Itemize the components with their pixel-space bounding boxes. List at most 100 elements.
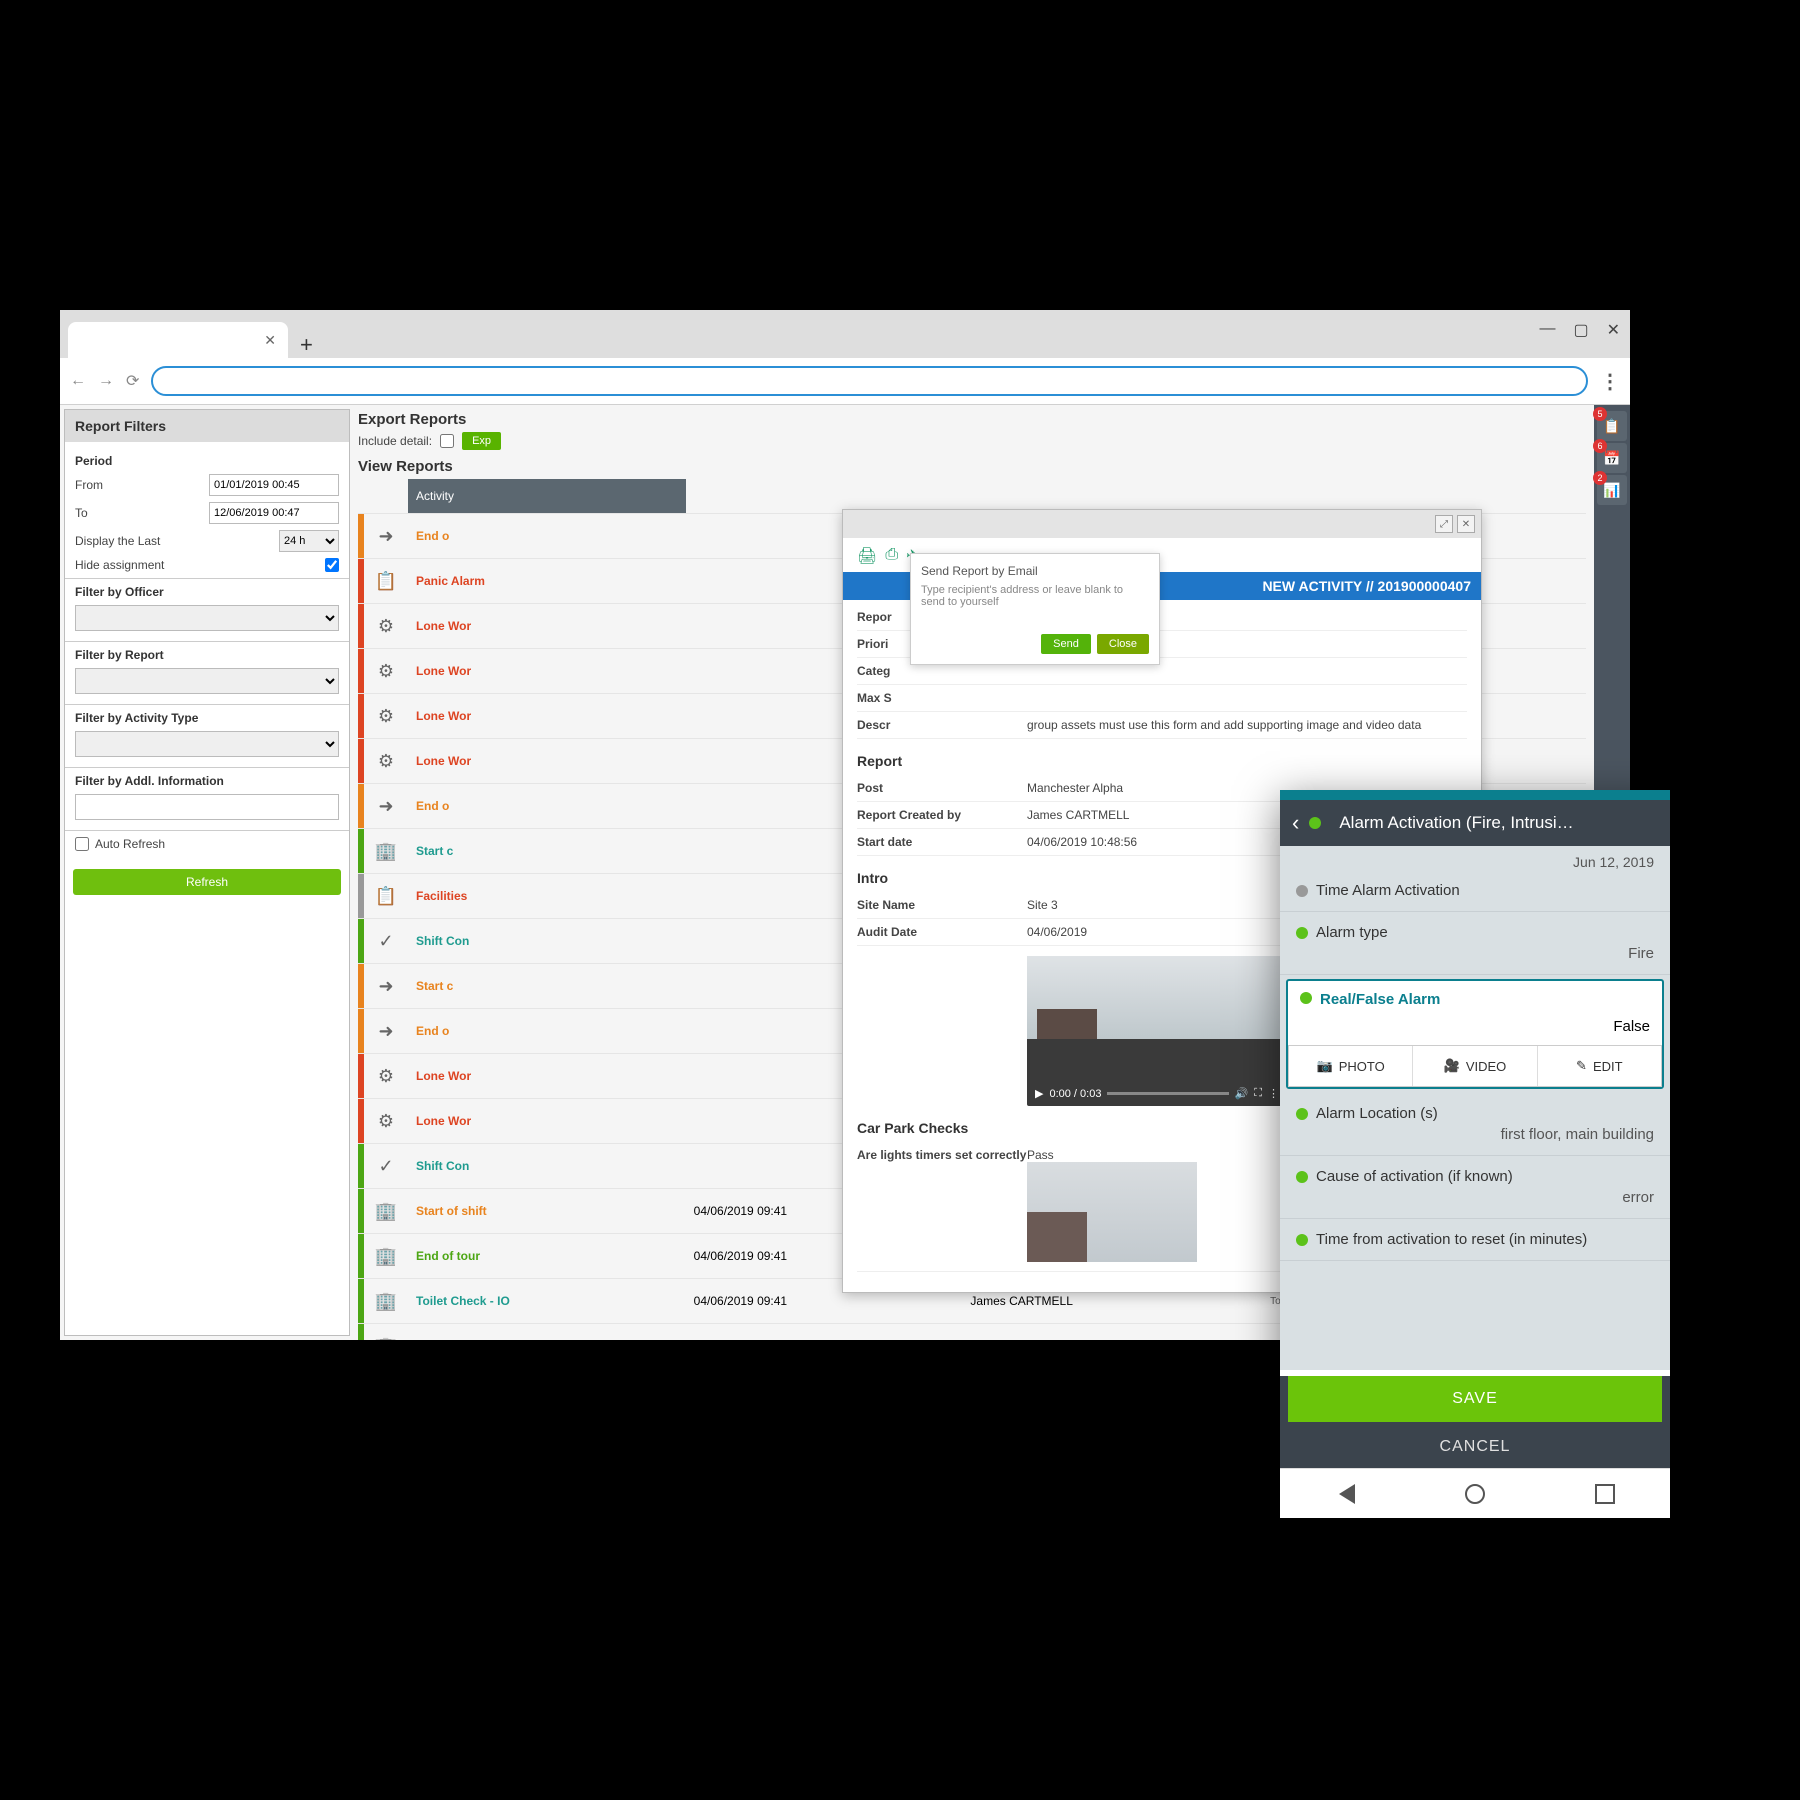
activity-label: Shift Con (416, 934, 469, 948)
modal-expand-icon[interactable]: ⤢ (1435, 515, 1453, 533)
selected-field[interactable]: Real/False Alarm False 📷PHOTO 🎥VIDEO ✎ED… (1286, 979, 1664, 1089)
window-close-icon[interactable]: ✕ (1607, 320, 1620, 340)
forward-icon[interactable]: → (98, 372, 114, 390)
to-label: To (75, 506, 209, 520)
side-icon[interactable]: 5📋 (1597, 411, 1627, 441)
include-detail-check[interactable] (440, 434, 454, 448)
more-icon[interactable]: ⋮ (1268, 1087, 1279, 1100)
row-icon: ➜ (368, 518, 404, 554)
badge: 2 (1593, 471, 1607, 485)
row-label: Alarm type (1316, 924, 1388, 941)
officer-select[interactable] (75, 605, 339, 631)
from-input[interactable] (209, 474, 339, 496)
phone-mock: ‹ Alarm Activation (Fire, Intrusi… Jun 1… (1280, 790, 1670, 1440)
modal-close-icon[interactable]: ✕ (1457, 515, 1475, 533)
to-input[interactable] (209, 502, 339, 524)
view-title: View Reports (358, 458, 1586, 475)
activity-label: Start c (416, 844, 453, 858)
activity-label: Facilities (416, 889, 467, 903)
edit-button[interactable]: ✎EDIT (1538, 1046, 1661, 1086)
close-button[interactable]: Close (1097, 634, 1149, 654)
browser-tab[interactable]: ✕ (68, 322, 288, 358)
close-tab-icon[interactable]: ✕ (264, 332, 276, 349)
filters-title: Report Filters (65, 410, 349, 442)
include-detail-label: Include detail: (358, 434, 432, 448)
row-icon: ✓ (368, 923, 404, 959)
row-icon: ⚙ (368, 608, 404, 644)
kv-val: 04/06/2019 (1027, 925, 1087, 939)
status-dot-icon (1309, 817, 1321, 829)
activity-label: Lone Wor (416, 1114, 471, 1128)
new-tab-button[interactable]: + (288, 332, 325, 358)
print-icon[interactable]: 🖨 (857, 546, 877, 566)
report-section: Report (857, 753, 1467, 769)
video-button[interactable]: 🎥VIDEO (1413, 1046, 1537, 1086)
photo-button[interactable]: 📷PHOTO (1289, 1046, 1413, 1086)
from-label: From (75, 478, 209, 492)
activity-label: Shift Con (416, 1159, 469, 1173)
video-time: 0:00 / 0:03 (1049, 1088, 1101, 1100)
by-addl-label: Filter by Addl. Information (75, 774, 339, 788)
kv-val: 04/06/2019 10:48:56 (1027, 835, 1137, 849)
reload-icon[interactable]: ⟳ (126, 371, 139, 391)
activity-label: Start of shift (416, 1204, 487, 1218)
nav-back-icon[interactable] (1335, 1484, 1355, 1504)
display-last-label: Display the Last (75, 534, 279, 548)
send-button[interactable]: Send (1041, 634, 1091, 654)
hide-assign-check[interactable] (325, 558, 339, 572)
activity-label: Start of tour (416, 1339, 485, 1340)
row-person: James CARTMELL (962, 1324, 1262, 1341)
back-icon[interactable]: ‹ (1292, 810, 1299, 836)
activity-select[interactable] (75, 731, 339, 757)
kv-val: Pass (1027, 1148, 1197, 1265)
image-thumb[interactable] (1027, 1162, 1197, 1262)
kv-key: Start date (857, 835, 1027, 849)
hide-assign-label: Hide assignment (75, 558, 325, 572)
form-row[interactable]: Time from activation to reset (in minute… (1280, 1219, 1670, 1261)
back-icon[interactable]: ← (70, 372, 86, 390)
form-row[interactable]: Time Alarm Activation (1280, 870, 1670, 912)
kv-key: Post (857, 781, 1027, 795)
mute-icon[interactable]: 🔊 (1235, 1087, 1249, 1100)
kv-key: Site Name (857, 898, 1027, 912)
cancel-button[interactable]: CANCEL (1280, 1426, 1670, 1468)
side-icon[interactable]: 2📊 (1597, 475, 1627, 505)
video-player[interactable]: ▶ 0:00 / 0:03 🔊 ⛶ ⋮ (1027, 956, 1287, 1106)
email-title: Send Report by Email (921, 564, 1149, 578)
form-row[interactable]: Alarm typeFire (1280, 912, 1670, 975)
window-min-icon[interactable]: — (1539, 320, 1555, 340)
url-input[interactable] (151, 366, 1588, 396)
report-select[interactable] (75, 668, 339, 694)
activity-label: End of tour (416, 1249, 480, 1263)
save-button[interactable]: SAVE (1288, 1376, 1662, 1422)
email-placeholder[interactable]: Type recipient's address or leave blank … (921, 584, 1149, 634)
pdf-icon[interactable]: ⎙ (885, 546, 898, 566)
row-label: Time from activation to reset (in minute… (1316, 1231, 1587, 1248)
row-icon: ➜ (368, 788, 404, 824)
by-officer-label: Filter by Officer (75, 585, 339, 599)
form-row[interactable]: Cause of activation (if known)error (1280, 1156, 1670, 1219)
row-icon: ⚙ (368, 1058, 404, 1094)
play-icon[interactable]: ▶ (1035, 1087, 1043, 1100)
nav-home-icon[interactable] (1465, 1484, 1485, 1504)
fullscreen-icon[interactable]: ⛶ (1254, 1087, 1262, 1100)
kv-val: group assets must use this form and add … (1027, 718, 1421, 732)
activity-label: Panic Alarm (416, 574, 485, 588)
form-row[interactable]: Alarm Location (s)first floor, main buil… (1280, 1093, 1670, 1156)
auto-refresh-check[interactable] (75, 837, 89, 851)
nav-recent-icon[interactable] (1595, 1484, 1615, 1504)
side-icon[interactable]: 6📅 (1597, 443, 1627, 473)
kv-key: Audit Date (857, 925, 1027, 939)
row-label: Cause of activation (if known) (1316, 1168, 1513, 1185)
display-last-select[interactable]: 24 h (279, 530, 339, 552)
address-bar: ← → ⟳ ⋮ (60, 358, 1630, 404)
row-icon: 📋 (368, 563, 404, 599)
export-button[interactable]: Exp (462, 432, 501, 450)
period-label: Period (75, 454, 339, 468)
email-popover: Send Report by Email Type recipient's ad… (910, 553, 1160, 665)
refresh-button[interactable]: Refresh (73, 869, 341, 895)
menu-icon[interactable]: ⋮ (1600, 369, 1620, 394)
window-max-icon[interactable]: ▢ (1573, 320, 1588, 340)
activity-label: End o (416, 799, 449, 813)
addl-input[interactable] (75, 794, 339, 820)
